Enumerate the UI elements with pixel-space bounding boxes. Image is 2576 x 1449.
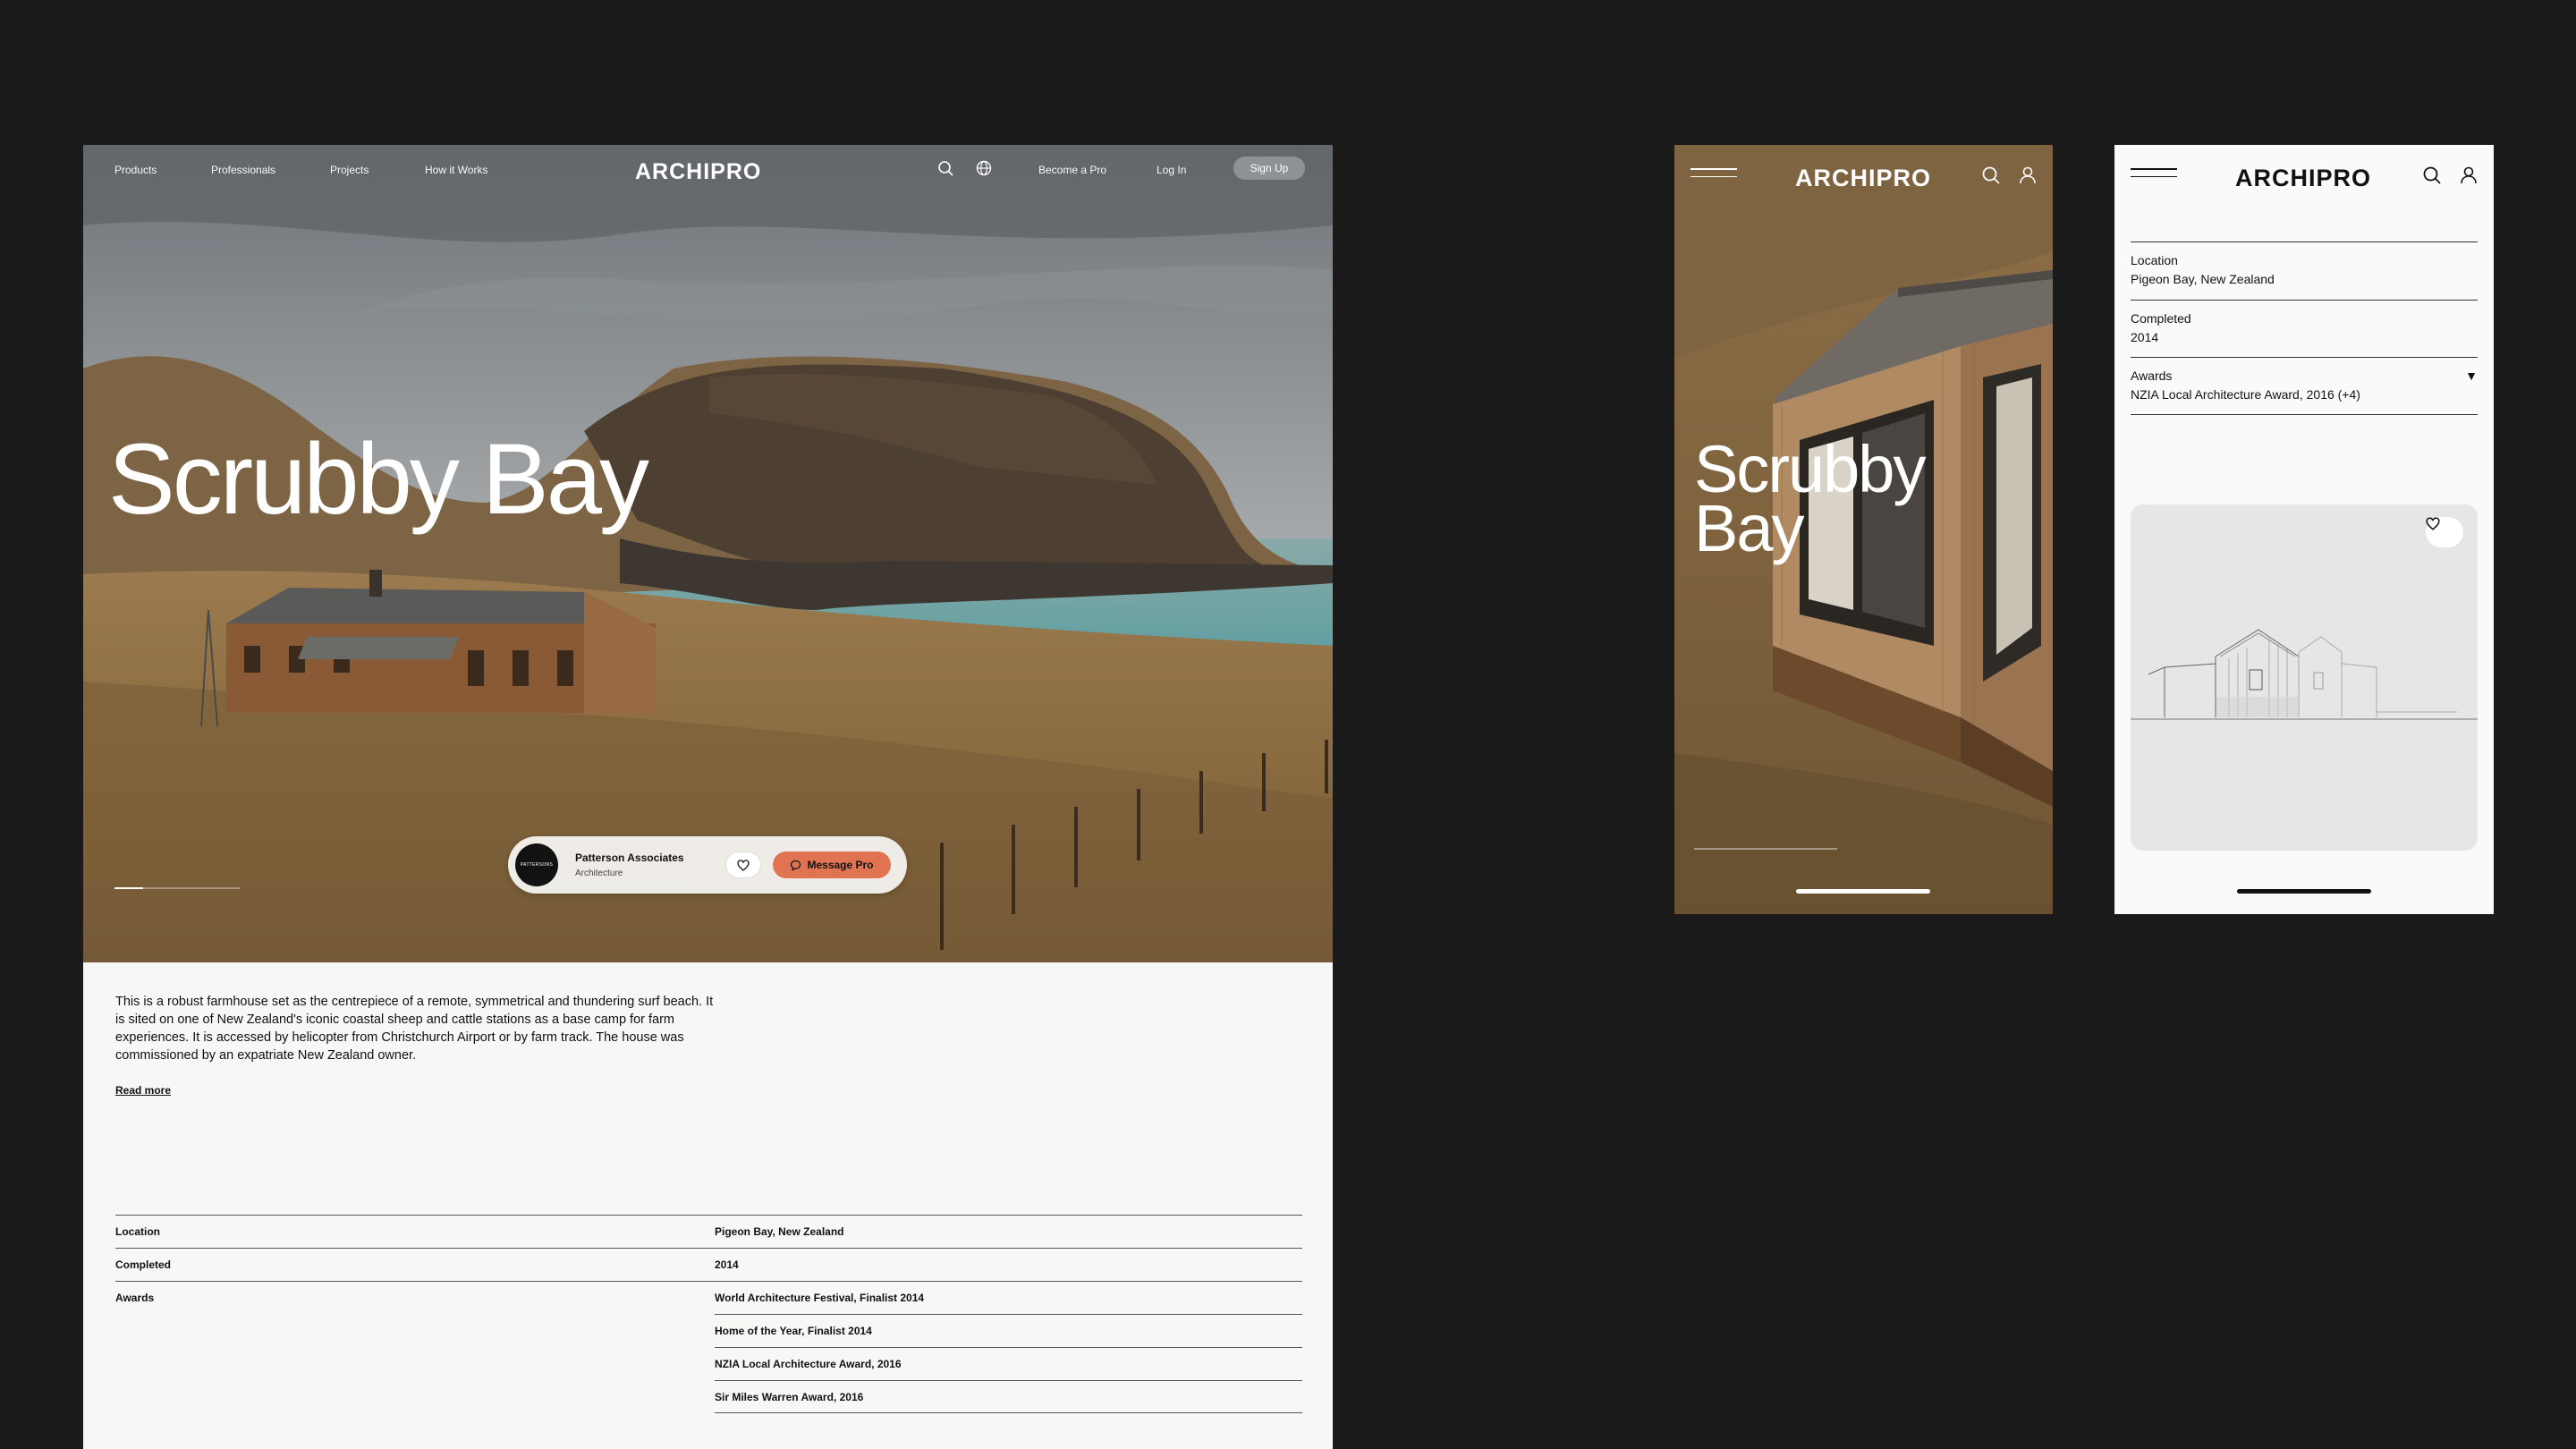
awards-label: Awards: [115, 1292, 155, 1304]
project-description: This is a robust farmhouse set as the ce…: [115, 995, 714, 1063]
search-icon[interactable]: [936, 158, 955, 178]
nav-how-it-works[interactable]: How it Works: [425, 164, 487, 176]
professional-card: PATTERSONS Patterson Associates Architec…: [508, 836, 907, 894]
title-line-2: Bay: [1694, 491, 1805, 565]
search-icon[interactable]: [1980, 165, 2002, 186]
completed-value: 2014: [2131, 329, 2159, 344]
read-more-link[interactable]: Read more: [115, 1084, 171, 1097]
nav-projects[interactable]: Projects: [330, 164, 369, 176]
menu-icon[interactable]: [1690, 168, 1737, 181]
chat-bubble-icon: [791, 860, 801, 871]
location-value: Pigeon Bay, New Zealand: [2131, 272, 2275, 286]
save-favourite-button[interactable]: [725, 852, 761, 878]
archipro-logo[interactable]: ARCHIPRO: [1795, 165, 1931, 192]
message-pro-label: Message Pro: [807, 859, 874, 871]
menu-icon[interactable]: [2131, 168, 2177, 181]
caret-down-icon[interactable]: ▼: [2465, 369, 2478, 383]
pro-avatar[interactable]: PATTERSONS: [515, 843, 558, 886]
nav-professionals[interactable]: Professionals: [211, 164, 275, 176]
completed-value: 2014: [715, 1258, 739, 1271]
message-pro-button[interactable]: Message Pro: [773, 852, 891, 878]
project-info-list: Location Pigeon Bay, New Zealand Complet…: [2131, 242, 2478, 415]
pro-name[interactable]: Patterson Associates: [575, 852, 684, 864]
nav-become-a-pro[interactable]: Become a Pro: [1038, 164, 1106, 176]
info-row-location: Location Pigeon Bay, New Zealand: [2131, 242, 2478, 300]
location-value: Pigeon Bay, New Zealand: [715, 1225, 844, 1238]
user-icon[interactable]: [2458, 165, 2479, 186]
user-icon[interactable]: [2017, 165, 2038, 186]
search-icon[interactable]: [2421, 165, 2443, 186]
pro-type: Architecture: [575, 869, 623, 878]
heart-icon: [737, 859, 750, 871]
nav-products[interactable]: Products: [114, 164, 157, 176]
awards-value: NZIA Local Architecture Award, 2016 (+4): [2131, 387, 2360, 402]
elevation-drawing-card[interactable]: [2131, 504, 2478, 851]
award-item: Home of the Year, Finalist 2014: [715, 1325, 872, 1337]
save-favourite-button[interactable]: [2426, 517, 2463, 547]
location-label: Location: [115, 1225, 160, 1238]
info-row-completed: Completed 2014: [115, 1248, 1302, 1281]
project-info-table: Location Pigeon Bay, New Zealand Complet…: [115, 1215, 1302, 1413]
award-item: Sir Miles Warren Award, 2016: [715, 1391, 864, 1403]
info-row-completed: Completed 2014: [2131, 299, 2478, 358]
archipro-logo[interactable]: ARCHIPRO: [2235, 165, 2371, 192]
award-row: Sir Miles Warren Award, 2016: [715, 1380, 1302, 1413]
awards-label: Awards: [2131, 369, 2173, 383]
info-row-awards[interactable]: Awards ▼ NZIA Local Architecture Award, …: [2131, 357, 2478, 415]
home-indicator: [2237, 889, 2371, 894]
award-item: NZIA Local Architecture Award, 2016: [715, 1358, 902, 1370]
archipro-logo[interactable]: ARCHIPRO: [635, 159, 761, 185]
info-row-location: Location Pigeon Bay, New Zealand: [115, 1215, 1302, 1248]
mobile-details-screen: ARCHIPRO Location Pigeon Bay, New Zealan…: [2114, 145, 2494, 914]
top-navigation: Products Professionals Projects How it W…: [83, 145, 1333, 195]
hero-image: Products Professionals Projects How it W…: [83, 145, 1333, 962]
sign-up-button[interactable]: Sign Up: [1233, 157, 1305, 180]
completed-label: Completed: [115, 1258, 172, 1271]
award-row: NZIA Local Architecture Award, 2016: [715, 1347, 1302, 1380]
project-title: Scrubby Bay: [1694, 436, 1926, 562]
elevation-drawing: [2131, 629, 2478, 720]
heart-icon: [2426, 517, 2440, 530]
desktop-project-page: Products Professionals Projects How it W…: [83, 145, 1333, 1449]
home-indicator: [1796, 889, 1930, 894]
award-row: Home of the Year, Finalist 2014: [715, 1314, 1302, 1347]
location-label: Location: [2131, 253, 2178, 267]
nav-log-in[interactable]: Log In: [1157, 164, 1186, 176]
completed-label: Completed: [2131, 310, 2191, 326]
project-title: Scrubby Bay: [108, 423, 649, 535]
hero-slider-progress[interactable]: [1694, 848, 1837, 850]
mobile-hero-screen: ARCHIPRO Scrubby Bay: [1674, 145, 2053, 914]
info-row-awards: Awards World Architecture Festival, Fina…: [115, 1281, 1302, 1314]
hero-slider-progress[interactable]: [114, 887, 240, 889]
award-item: World Architecture Festival, Finalist 20…: [715, 1292, 925, 1304]
globe-icon[interactable]: [974, 158, 994, 178]
